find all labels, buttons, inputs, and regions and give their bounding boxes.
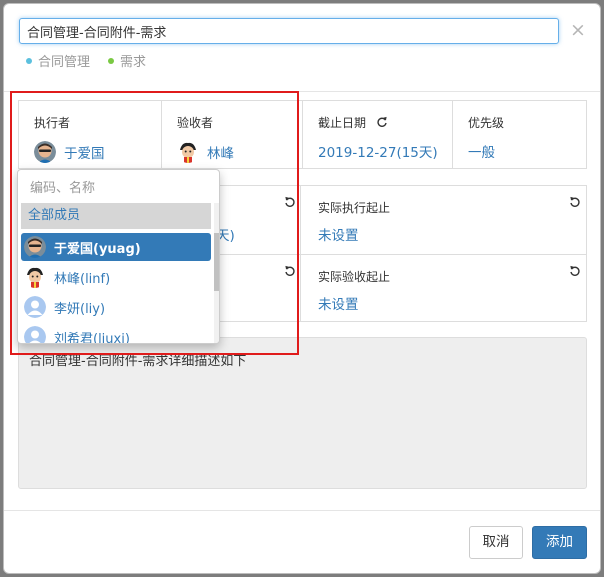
acceptor-name: 林峰 [207,146,234,162]
member-option[interactable]: 于爱国(yuag) [21,233,211,261]
acceptor-field[interactable]: 验收者 林峰 [162,101,303,168]
task-title-input[interactable] [19,18,559,44]
add-button[interactable]: 添加 [532,526,587,559]
modal-header: × 合同管理 需求 [4,4,600,92]
assignee-field[interactable]: 执行者 于爱国 [19,101,162,168]
member-option-label: 刘希君(liuxj) [54,331,130,344]
assignee-label: 执行者 [34,116,71,130]
task-fields-row: 执行者 于爱国 验收者 林峰 截止日期 2019-12-27(15天) 优先级 … [18,100,587,169]
tag-requirement[interactable]: 需求 [108,51,146,70]
actual-exec-label: 实际执行起止 [318,201,391,215]
member-search-input[interactable] [21,173,216,203]
actual-exec-field[interactable]: 实际执行起止 未设置 [301,186,588,254]
deadline-label: 截止日期 [318,116,367,130]
tag-list: 合同管理 需求 [26,51,146,70]
tag-dot-icon [108,57,115,64]
actual-exec-value[interactable]: 未设置 [318,224,359,244]
member-list-scrollbar[interactable] [214,203,219,343]
actual-accept-label: 实际验收起止 [318,270,391,284]
modal-footer: 取消 添加 [4,510,600,574]
tag-label: 合同管理 [38,55,91,70]
member-option-label: 李妍(liy) [54,301,106,317]
scrollbar-thumb[interactable] [214,233,219,291]
member-group-all: 全部成员 [21,203,211,229]
tag-label: 需求 [120,55,147,70]
assignee-value[interactable]: 于爱国 [34,141,105,163]
acceptor-value[interactable]: 林峰 [177,141,234,163]
member-dropdown: 全部成员 于爱国(yuag) 林峰(linf) 李妍(liy) 刘希君(liux… [17,169,220,344]
tag-contract-management[interactable]: 合同管理 [26,51,90,70]
member-option-label: 于爱国(yuag) [54,241,141,257]
member-option[interactable]: 李妍(liy) [21,293,211,321]
avatar-icon [24,236,46,258]
priority-value[interactable]: 一般 [468,141,495,161]
avatar-icon [24,266,46,288]
close-icon[interactable]: × [570,20,586,40]
tag-dot-icon [26,57,32,64]
member-option-label: 林峰(linf) [54,271,111,287]
avatar-icon [24,296,46,318]
avatar-icon [177,141,199,163]
avatar-icon [24,326,46,343]
acceptor-label: 验收者 [177,116,214,130]
member-option[interactable]: 刘希君(liuxj) [21,323,211,344]
priority-label: 优先级 [468,116,505,130]
actual-accept-field[interactable]: 实际验收起止 未设置 [301,255,588,322]
actual-accept-value[interactable]: 未设置 [318,293,359,313]
member-option[interactable]: 林峰(linf) [21,263,211,291]
deadline-field[interactable]: 截止日期 2019-12-27(15天) [303,101,453,168]
member-list: 全部成员 于爱国(yuag) 林峰(linf) 李妍(liy) 刘希君(liux… [18,203,212,344]
deadline-value[interactable]: 2019-12-27(15天) [318,141,438,161]
assignee-name: 于爱国 [64,146,105,162]
description-textarea[interactable]: 合同管理-合同附件-需求详细描述如下 [18,337,587,489]
cancel-button[interactable]: 取消 [469,526,523,559]
reset-icon[interactable] [284,265,296,277]
priority-field[interactable]: 优先级 一般 [453,101,586,168]
reset-icon[interactable] [284,196,296,208]
avatar-icon [34,141,56,163]
reset-icon[interactable] [376,116,388,128]
reset-icon[interactable] [569,196,581,208]
reset-icon[interactable] [569,265,581,277]
